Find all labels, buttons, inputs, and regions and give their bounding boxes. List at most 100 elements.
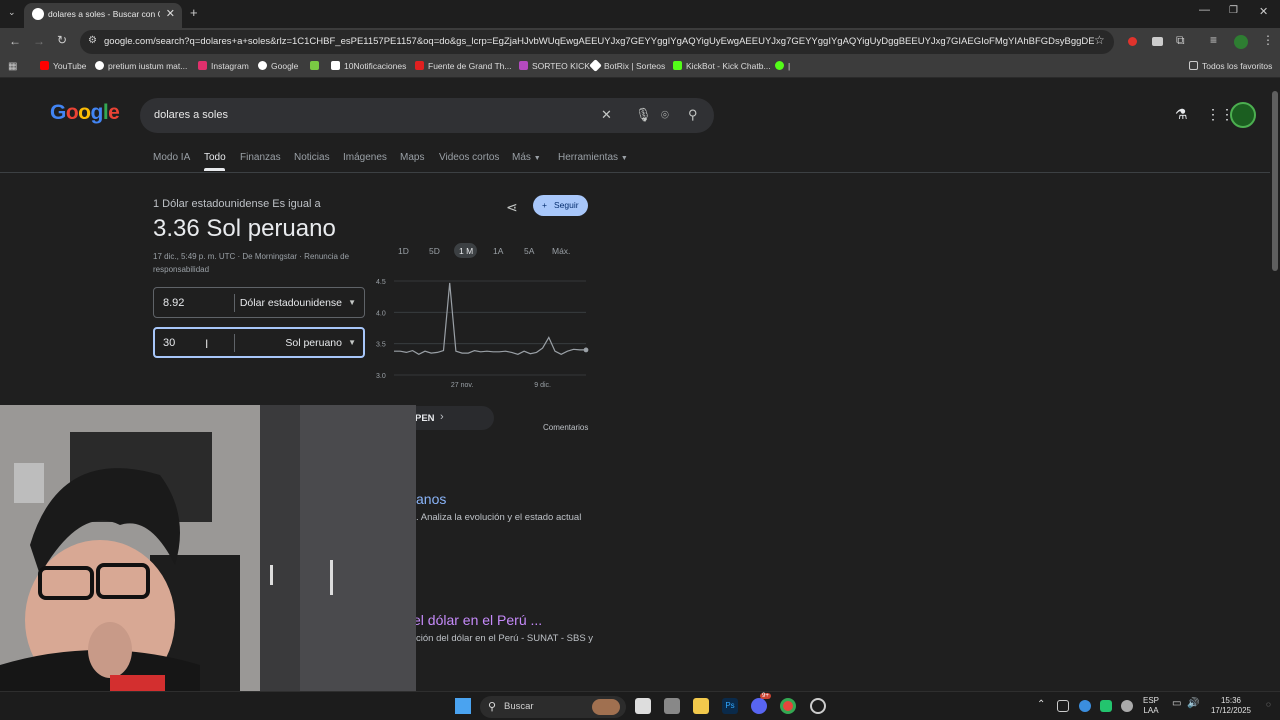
share-icon[interactable]: ⋖ [506, 199, 518, 216]
tab-todo[interactable]: Todo [204, 152, 226, 163]
range-5a[interactable]: 5A [524, 246, 534, 256]
tab-imagenes[interactable]: Imágenes [343, 152, 387, 163]
range-1a[interactable]: 1A [493, 246, 503, 256]
all-bookmarks[interactable]: Todos los favoritos [1189, 61, 1272, 71]
taskbar-search[interactable]: ⚲ Buscar [480, 696, 626, 718]
discord-icon[interactable] [751, 698, 767, 714]
from-amount[interactable]: 8.92 [163, 297, 184, 309]
voice-search-icon[interactable]: 🎙 [635, 107, 652, 123]
instagram-icon [198, 61, 207, 70]
extension-red-icon[interactable] [1128, 37, 1137, 46]
new-tab-button[interactable]: + [190, 5, 198, 20]
restore-icon[interactable]: ❐ [1229, 5, 1238, 16]
bookmark-item[interactable]: KickBot - Kick Chatb... [673, 61, 771, 71]
extension-box-icon[interactable] [1152, 37, 1163, 46]
to-currency-field[interactable]: 30 I Sol peruano ▼ [153, 327, 365, 358]
result-title[interactable]: el dólar en el Perú ... [413, 612, 542, 628]
google-logo[interactable]: Google [50, 101, 120, 125]
site-info-icon[interactable]: ⚙ [88, 35, 97, 46]
chart-y-tick-label: 3.5 [376, 342, 386, 349]
tray-app-icon[interactable] [1057, 700, 1069, 712]
tab-noticias[interactable]: Noticias [294, 152, 330, 163]
tab-close-icon[interactable]: ✕ [166, 7, 175, 20]
network-icon[interactable]: ▭ [1172, 698, 1181, 709]
search-icon[interactable]: ⚲ [688, 107, 698, 123]
range-1m[interactable]: 1 M [459, 246, 473, 256]
search-query[interactable]: dolares a soles [154, 109, 228, 121]
bookmark-item[interactable]: Instagram [198, 61, 249, 71]
clock[interactable]: 15:36 17/12/2025 [1207, 696, 1255, 716]
from-currency-select[interactable]: Dólar estadounidense [240, 297, 342, 309]
page-scrollbar[interactable] [1270, 79, 1280, 691]
bookmark-item[interactable]: Google [258, 61, 298, 71]
tab-finanzas[interactable]: Finanzas [240, 152, 281, 163]
bookmark-item[interactable] [310, 61, 323, 71]
reload-icon[interactable]: ↻ [57, 33, 67, 47]
chart-x-tick-label: 27 nov. [451, 382, 473, 389]
scrollbar-thumb[interactable] [1272, 91, 1278, 271]
app-icon[interactable] [664, 698, 680, 714]
range-1d[interactable]: 1D [398, 246, 409, 256]
forward-icon[interactable]: → [33, 34, 45, 48]
windows-start-icon[interactable] [455, 698, 471, 714]
task-view-icon[interactable] [635, 698, 651, 714]
window-close-icon[interactable]: ✕ [1259, 5, 1268, 18]
notifications-icon[interactable]: ◌ [1266, 700, 1271, 709]
apps-grid-icon[interactable]: ▦ [8, 61, 17, 72]
follow-button[interactable]: + Seguir [533, 195, 588, 216]
account-avatar[interactable] [1230, 102, 1256, 128]
tab-maps[interactable]: Maps [400, 152, 424, 163]
tray-chevron-icon[interactable]: ⌃ [1037, 699, 1045, 710]
extensions-puzzle-icon[interactable]: ⧉ [1176, 33, 1185, 48]
result-title[interactable]: anos [416, 491, 446, 507]
to-currency-select[interactable]: Sol peruano [285, 337, 342, 349]
browser-tab[interactable]: dolares a soles - Buscar con Goo ✕ [24, 3, 182, 28]
chevron-down-icon: ▼ [533, 155, 541, 162]
bookmark-item[interactable]: | [775, 61, 790, 71]
labs-flask-icon[interactable]: ⚗ [1175, 106, 1188, 123]
onedrive-icon[interactable] [1079, 700, 1091, 712]
comments-link[interactable]: Comentarios [543, 423, 588, 432]
tab-modo-ia[interactable]: Modo IA [153, 152, 190, 163]
bookmark-item[interactable]: 10Notificaciones [331, 61, 406, 71]
tab-herramientas[interactable]: Herramientas ▼ [558, 152, 628, 163]
back-icon[interactable]: ← [9, 34, 21, 48]
range-5d[interactable]: 5D [429, 246, 440, 256]
badge-icon [775, 61, 784, 70]
to-amount[interactable]: 30 [163, 337, 175, 349]
bookmark-item[interactable]: BotRix | Sorteos [589, 59, 665, 72]
language-code: ESP [1143, 696, 1160, 705]
microphone-icon[interactable] [1121, 700, 1133, 712]
clear-icon[interactable]: ✕ [601, 107, 612, 123]
photoshop-icon[interactable]: Ps [722, 698, 738, 714]
bookmark-item[interactable]: pretium iustum mat... [95, 61, 187, 71]
bookmark-item[interactable]: SORTEO KICK [519, 61, 590, 71]
range-max[interactable]: Máx. [552, 246, 570, 256]
language-indicator[interactable]: ESP LAA [1143, 696, 1159, 716]
profile-avatar[interactable] [1234, 35, 1248, 49]
chart-x-tick-label: 9 dic. [534, 382, 551, 389]
address-bar[interactable]: ⚙ google.com/search?q=dolares+a+soles&rl… [80, 30, 1114, 54]
exchange-rate-chart: 4.5 4.0 3.5 3.0 27 nov. 9 dic. [376, 279, 589, 389]
media-control-icon[interactable]: ≡ [1210, 33, 1217, 47]
tab-search-icon[interactable]: ⌄ [8, 7, 16, 18]
from-currency-field[interactable]: 8.92 Dólar estadounidense ▼ [153, 287, 365, 318]
app-icon[interactable] [810, 698, 826, 714]
search-box[interactable]: dolares a soles ✕ 🎙 ⌾ ⚲ [140, 98, 714, 133]
tab-videos-cortos[interactable]: Videos cortos [439, 152, 499, 163]
bookmark-item[interactable]: YouTube [40, 61, 86, 71]
bookmark-star-icon[interactable]: ☆ [1094, 33, 1105, 47]
tab-mas[interactable]: Más ▼ [512, 152, 541, 163]
clock-time: 15:36 [1220, 696, 1242, 705]
chart-last-point[interactable] [583, 347, 589, 353]
bookmark-label: pretium iustum mat... [108, 61, 188, 71]
minimize-icon[interactable]: — [1199, 4, 1210, 16]
tray-app-icon[interactable] [1100, 700, 1112, 712]
bookmark-item[interactable]: Fuente de Grand Th... [415, 61, 511, 71]
file-explorer-icon[interactable] [693, 698, 709, 714]
chart-y-tick-label: 3.0 [376, 373, 386, 380]
volume-icon[interactable]: 🔊 [1187, 698, 1199, 709]
browser-menu-icon[interactable]: ⋮ [1262, 33, 1274, 47]
chrome-icon[interactable] [780, 698, 796, 714]
lens-icon[interactable]: ⌾ [661, 107, 669, 123]
